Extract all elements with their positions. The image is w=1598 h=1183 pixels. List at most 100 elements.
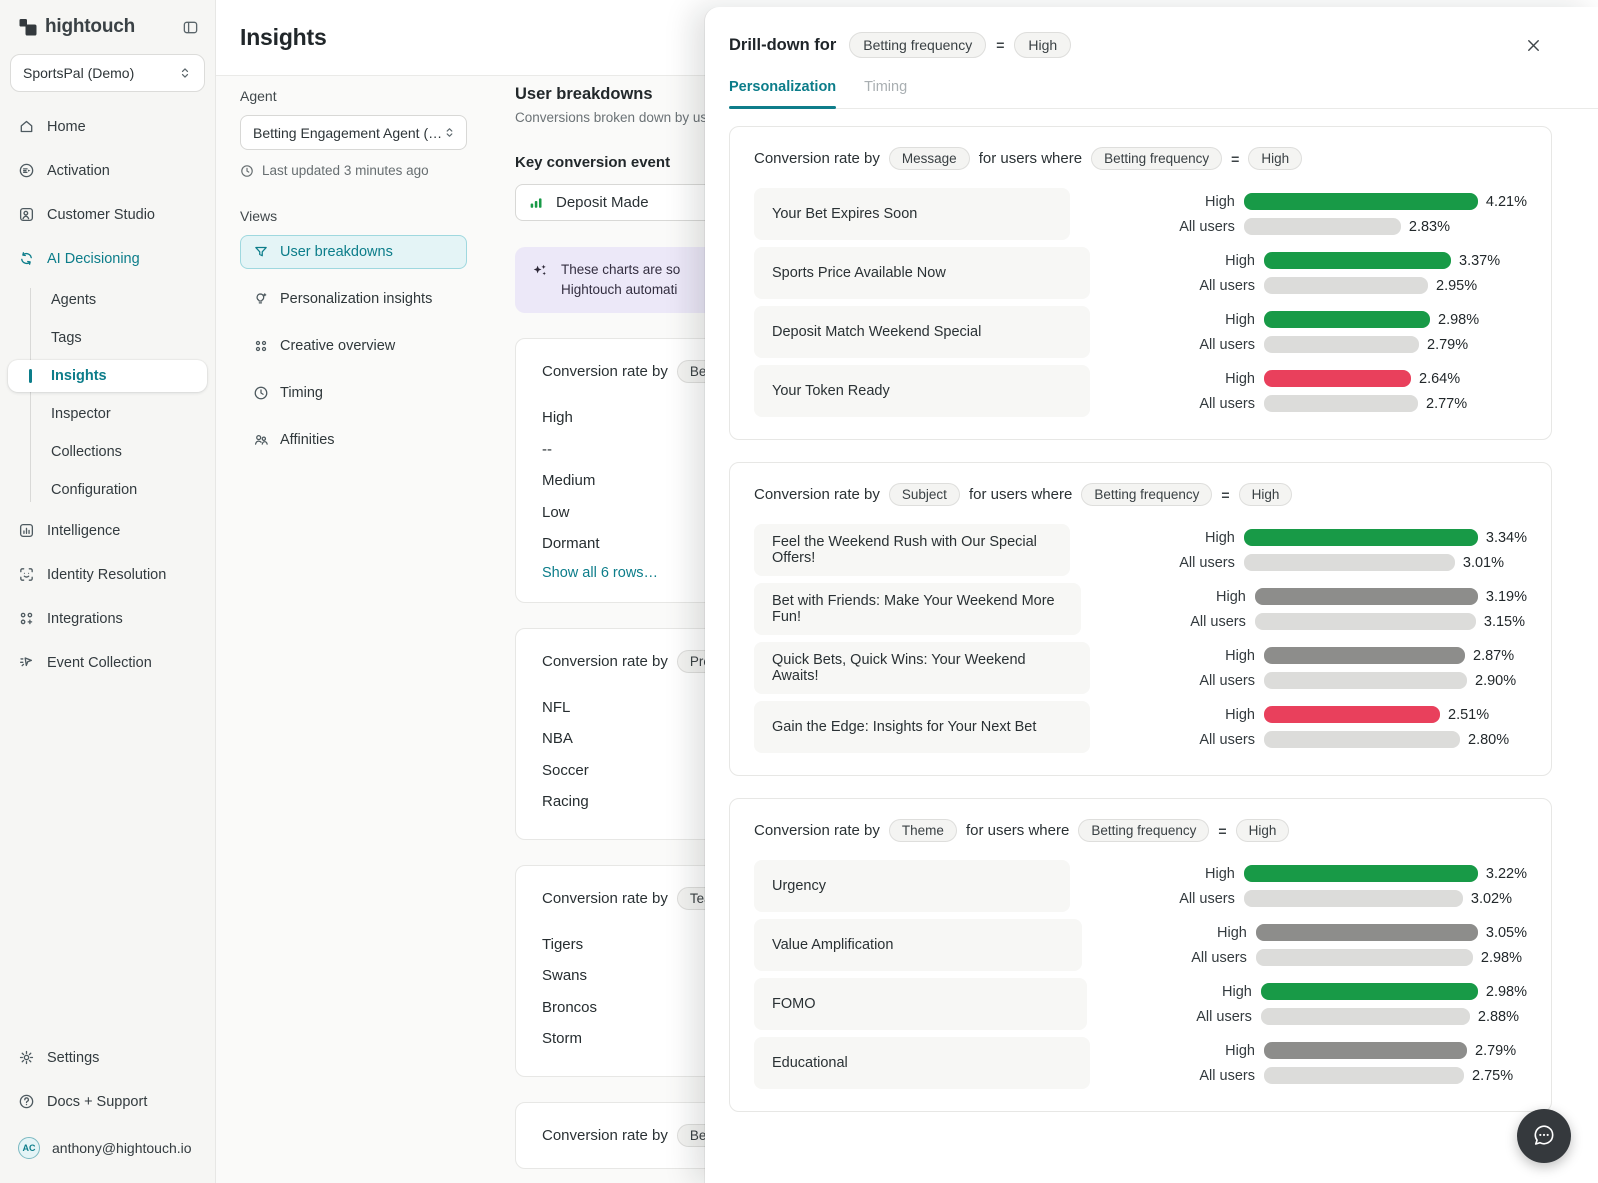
- identity-resolution-icon: [18, 566, 35, 583]
- row-label: Feel the Weekend Rush with Our Special O…: [754, 524, 1070, 576]
- key-conversion-event-value: Deposit Made: [556, 194, 649, 211]
- series-all-users: All users2.90%: [1118, 672, 1516, 689]
- chat-bubble-icon: [1531, 1123, 1557, 1149]
- drilldown-card-title: Conversion rate byThemefor users whereBe…: [754, 819, 1527, 842]
- workspace-selector[interactable]: SportsPal (Demo): [10, 54, 205, 92]
- series-all-users: All users2.98%: [1110, 949, 1527, 966]
- sidebar-item-customer-studio[interactable]: Customer Studio: [8, 200, 207, 229]
- sidebar-item-configuration[interactable]: Configuration: [8, 474, 207, 506]
- event-collection-icon: [18, 654, 35, 671]
- view-user-breakdowns[interactable]: User breakdowns: [240, 235, 467, 269]
- sidebar-item-activation[interactable]: Activation: [8, 156, 207, 185]
- bar: [1264, 370, 1411, 387]
- sidebar-item-settings[interactable]: Settings: [8, 1043, 207, 1072]
- bar: [1264, 647, 1465, 664]
- sidebar-item-event-collection[interactable]: Event Collection: [8, 648, 207, 677]
- grid-dots-icon: [253, 338, 269, 354]
- sidebar-item-insights[interactable]: Insights: [8, 360, 207, 392]
- customer-studio-icon: [18, 206, 35, 223]
- tab-timing[interactable]: Timing: [864, 79, 907, 108]
- series-high: High2.51%: [1118, 706, 1509, 723]
- drilldown-card-title: Conversion rate bySubjectfor users where…: [754, 483, 1527, 506]
- bar: [1264, 311, 1430, 328]
- drilldown-row: Sports Price Available NowHigh3.37%All u…: [754, 247, 1527, 299]
- dimension-pill[interactable]: Subject: [889, 483, 960, 506]
- series-high: High3.22%: [1098, 865, 1527, 882]
- views-label: Views: [240, 208, 490, 224]
- filter-field-pill[interactable]: Betting frequency: [1078, 819, 1209, 842]
- row-label: Value Amplification: [754, 919, 1082, 971]
- sidebar-item-docs-support[interactable]: Docs + Support: [8, 1087, 207, 1116]
- chevron-updown-icon: [443, 126, 456, 139]
- view-label: Timing: [280, 385, 323, 401]
- view-creative-overview[interactable]: Creative overview: [240, 329, 467, 363]
- row-label: Bet with Friends: Make Your Weekend More…: [754, 583, 1081, 635]
- drilldown-card-title: Conversion rate byMessagefor users where…: [754, 147, 1527, 170]
- sparkles-icon: [531, 263, 549, 281]
- sidebar-item-label: Customer Studio: [47, 207, 155, 223]
- view-personalization-insights[interactable]: Personalization insights: [240, 282, 467, 316]
- app-window: hightouch SportsPal (Demo) Home Activatio…: [0, 0, 1598, 1183]
- sidebar-item-identity-resolution[interactable]: Identity Resolution: [8, 560, 207, 589]
- agent-value: Betting Engagement Agent (…: [253, 125, 442, 141]
- bar: [1244, 218, 1401, 235]
- series-all-users: All users2.95%: [1118, 277, 1500, 294]
- filter-value-pill[interactable]: High: [1236, 819, 1290, 842]
- hightouch-logo: hightouch: [18, 16, 135, 38]
- filter-value-pill[interactable]: High: [1239, 483, 1293, 506]
- view-timing[interactable]: Timing: [240, 376, 467, 410]
- filter-field-pill[interactable]: Betting frequency: [849, 32, 986, 58]
- drilldown-row: Gain the Edge: Insights for Your Next Be…: [754, 701, 1527, 753]
- series-all-users: All users2.80%: [1118, 731, 1509, 748]
- series-high: High4.21%: [1098, 193, 1527, 210]
- series-all-users: All users2.79%: [1118, 336, 1479, 353]
- ai-decisioning-icon: [18, 250, 35, 267]
- drilldown-row: Bet with Friends: Make Your Weekend More…: [754, 583, 1527, 635]
- view-label: Affinities: [280, 432, 335, 448]
- page-title: Insights: [240, 24, 327, 51]
- clock-icon: [240, 164, 254, 178]
- sidebar-item-intelligence[interactable]: Intelligence: [8, 516, 207, 545]
- row-label: Quick Bets, Quick Wins: Your Weekend Awa…: [754, 642, 1090, 694]
- view-label: Personalization insights: [280, 291, 432, 307]
- user-email: anthony@hightouch.io: [52, 1140, 192, 1156]
- drawer-tabs: Personalization Timing: [729, 79, 1598, 109]
- series-high: High2.98%: [1118, 311, 1479, 328]
- dimension-pill[interactable]: Message: [889, 147, 970, 170]
- filter-value-pill[interactable]: High: [1248, 147, 1302, 170]
- bar: [1264, 395, 1418, 412]
- chat-widget-button[interactable]: [1517, 1109, 1571, 1163]
- drilldown-row: FOMOHigh2.98%All users2.88%: [754, 978, 1527, 1030]
- tab-personalization[interactable]: Personalization: [729, 79, 836, 108]
- bar: [1264, 731, 1460, 748]
- drilldown-row: Deposit Match Weekend SpecialHigh2.98%Al…: [754, 306, 1527, 358]
- bar: [1255, 588, 1478, 605]
- sidebar-item-label: Docs + Support: [47, 1094, 147, 1110]
- agent-selector[interactable]: Betting Engagement Agent (…: [240, 115, 467, 150]
- sidebar-item-collections[interactable]: Collections: [8, 436, 207, 468]
- dimension-pill[interactable]: Theme: [889, 819, 957, 842]
- bar: [1256, 949, 1473, 966]
- user-account[interactable]: AC anthony@hightouch.io: [8, 1131, 207, 1165]
- sidebar-item-label: Integrations: [47, 611, 123, 627]
- sidebar-item-tags[interactable]: Tags: [8, 322, 207, 354]
- bar: [1264, 1042, 1467, 1059]
- sidebar-item-label: Home: [47, 119, 86, 135]
- sidebar-item-label: AI Decisioning: [47, 251, 140, 267]
- sidebar-item-home[interactable]: Home: [8, 112, 207, 141]
- sidebar-item-agents[interactable]: Agents: [8, 284, 207, 316]
- sidebar-item-ai-decisioning[interactable]: AI Decisioning: [8, 244, 207, 273]
- filter-field-pill[interactable]: Betting frequency: [1081, 483, 1212, 506]
- drilldown-row: Your Bet Expires SoonHigh4.21%All users2…: [754, 188, 1527, 240]
- people-icon: [253, 432, 269, 448]
- row-label: Sports Price Available Now: [754, 247, 1090, 299]
- filter-field-pill[interactable]: Betting frequency: [1091, 147, 1222, 170]
- sidebar-item-inspector[interactable]: Inspector: [8, 398, 207, 430]
- sidebar-item-integrations[interactable]: Integrations: [8, 604, 207, 633]
- collapse-sidebar-icon[interactable]: [182, 19, 199, 36]
- view-affinities[interactable]: Affinities: [240, 423, 467, 457]
- insights-controls: Agent Betting Engagement Agent (… Last u…: [240, 76, 490, 470]
- drilldown-row: Quick Bets, Quick Wins: Your Weekend Awa…: [754, 642, 1527, 694]
- filter-value-pill[interactable]: High: [1014, 32, 1071, 58]
- close-drawer-button[interactable]: [1521, 33, 1546, 58]
